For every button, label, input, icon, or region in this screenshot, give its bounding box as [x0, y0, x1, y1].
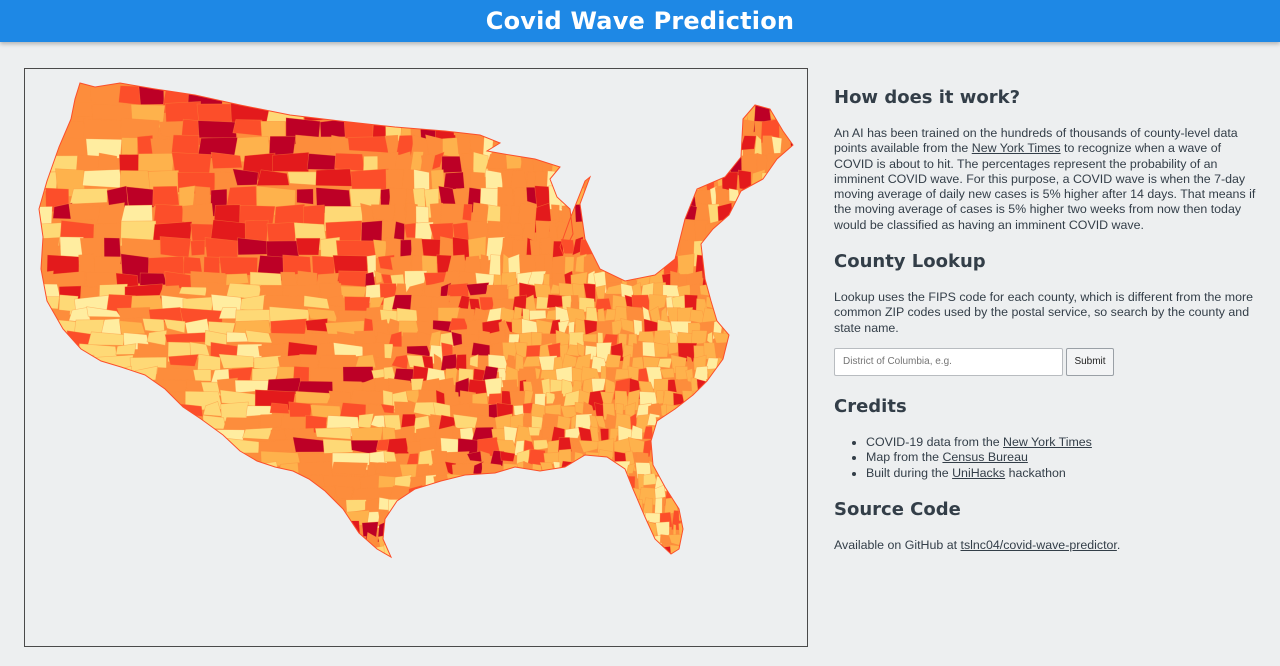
page-title: Covid Wave Prediction — [485, 7, 795, 35]
credit-text: hackathon — [1005, 465, 1066, 480]
how-section: How does it work? An AI has been trained… — [834, 86, 1260, 233]
credits-list: COVID-19 data from the New York Times Ma… — [834, 435, 1260, 481]
credit-item: COVID-19 data from the New York Times — [866, 435, 1260, 450]
source-text: . — [1116, 537, 1121, 552]
county-lookup-section: County Lookup Lookup uses the FIPS code … — [834, 250, 1260, 376]
submit-button[interactable]: Submit — [1066, 347, 1114, 376]
credit-item: Built during the UniHacks hackathon — [866, 466, 1260, 481]
county-map[interactable] — [24, 68, 808, 647]
info-panel: How does it work? An AI has been trained… — [834, 86, 1260, 553]
us-map-svg[interactable] — [25, 69, 808, 647]
census-bureau-link[interactable]: Census Bureau — [942, 450, 1027, 464]
source-code-section: Source Code Available on GitHub at tslnc… — [834, 498, 1260, 553]
lookup-heading: County Lookup — [834, 251, 986, 273]
lookup-form: Submit — [834, 347, 1260, 376]
source-paragraph: Available on GitHub at tslnc04/covid-wav… — [834, 538, 1260, 553]
credit-text: COVID-19 data from the — [866, 434, 1004, 449]
how-heading: How does it work? — [834, 87, 1021, 108]
nyt-link[interactable]: New York Times — [972, 141, 1061, 155]
github-repo-link[interactable]: tslnc04/covid-wave-predictor — [961, 538, 1117, 552]
source-text: Available on GitHub at — [834, 537, 961, 552]
app-header: Covid Wave Prediction — [0, 0, 1280, 42]
nyt-credit-link[interactable]: New York Times — [1003, 435, 1092, 449]
source-heading: Source Code — [834, 498, 961, 520]
county-search-input[interactable] — [834, 347, 1063, 376]
lookup-description: Lookup uses the FIPS code for each count… — [834, 290, 1253, 335]
credit-text: Built during the — [866, 465, 953, 480]
unihacks-link[interactable]: UniHacks — [952, 466, 1005, 480]
credits-heading: Credits — [834, 395, 907, 417]
credit-item: Map from the Census Bureau — [866, 450, 1260, 465]
credits-section: Credits COVID-19 data from the New York … — [834, 395, 1260, 481]
credit-text: Map from the — [866, 450, 943, 465]
how-paragraph: An AI has been trained on the hundreds o… — [834, 126, 1260, 233]
